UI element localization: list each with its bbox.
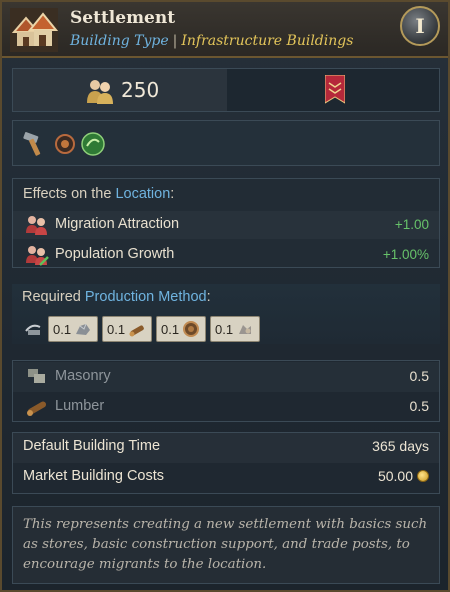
population-growth-icon xyxy=(26,246,49,266)
green-orb-icon[interactable] xyxy=(81,132,105,156)
tools-icon xyxy=(183,321,200,337)
cost-value: 365 days xyxy=(372,438,429,454)
effects-heading: Effects on the Location: xyxy=(23,186,175,202)
estate-banner-icon[interactable] xyxy=(325,75,345,107)
resource-value: 0.5 xyxy=(409,398,429,414)
input-chip-goods[interactable]: 0.1 xyxy=(210,316,260,342)
lumber-icon xyxy=(27,401,47,416)
building-description: This represents creating a new settlemen… xyxy=(23,517,428,572)
population-value: 250 xyxy=(121,78,160,102)
resource-label: Lumber xyxy=(55,398,105,414)
input-chip-stone[interactable]: 0.1 xyxy=(48,316,98,342)
building-type-value[interactable]: Infrastructure Buildings xyxy=(181,33,353,49)
building-type-label[interactable]: Building Type xyxy=(70,33,169,49)
input-method-icon xyxy=(25,324,41,335)
cost-label: Default Building Time xyxy=(23,438,161,454)
cost-row: Default Building Time 365 days xyxy=(13,433,439,463)
effect-row: Population Growth +1.00% xyxy=(13,241,439,269)
production-heading: Required Production Method: xyxy=(22,289,211,305)
population-icon xyxy=(87,80,113,104)
effect-value: +1.00% xyxy=(382,247,429,262)
age-badge: I xyxy=(400,6,440,46)
goods-icon xyxy=(239,325,252,334)
building-type-line: Building Type | Infrastructure Buildings xyxy=(70,33,353,49)
input-chip-tools[interactable]: 0.1 xyxy=(156,316,206,342)
input-chip-lumber[interactable]: 0.1 xyxy=(102,316,152,342)
effect-label: Population Growth xyxy=(55,246,175,262)
tooltip-header: Settlement Building Type | Infrastructure … xyxy=(2,2,448,58)
effects-section: Effects on the Location: Migration Attra… xyxy=(12,178,440,268)
stone-icon xyxy=(76,323,91,335)
costs-section: Default Building Time 365 days Market Bu… xyxy=(12,432,440,494)
settlement-houses-icon xyxy=(10,8,58,52)
production-method-link[interactable]: Production Method xyxy=(85,289,207,305)
effect-row: Migration Attraction +1.00 xyxy=(13,211,439,239)
population-stat: 250 xyxy=(13,69,227,111)
resource-row: Lumber 0.5 xyxy=(13,392,439,422)
shield-ring-icon[interactable] xyxy=(55,134,75,154)
migration-icon xyxy=(26,216,47,235)
estate-stat xyxy=(227,69,439,111)
hammer-icon[interactable] xyxy=(21,131,47,157)
building-tags-row xyxy=(12,120,440,166)
description-box: This represents creating a new settlemen… xyxy=(12,506,440,584)
resources-section: Masonry 0.5 Lumber 0.5 xyxy=(12,360,440,422)
resource-value: 0.5 xyxy=(409,368,429,384)
gold-coin-icon xyxy=(417,470,429,482)
production-method-section: Required Production Method: 0.1 0.1 0.1 … xyxy=(12,284,440,344)
masonry-icon xyxy=(28,369,45,383)
lumber-icon xyxy=(129,325,144,337)
building-title: Settlement xyxy=(70,8,176,28)
population-stat-row: 250 xyxy=(12,68,440,112)
building-tooltip: Settlement Building Type | Infrastructure … xyxy=(0,0,450,592)
effect-label: Migration Attraction xyxy=(55,216,180,232)
resource-row: Masonry 0.5 xyxy=(13,362,439,392)
cost-value: 50.00 xyxy=(378,468,429,484)
cost-label: Market Building Costs xyxy=(23,468,165,484)
location-link[interactable]: Location xyxy=(115,186,170,202)
separator: | xyxy=(172,33,178,49)
effect-value: +1.00 xyxy=(394,217,429,232)
resource-label: Masonry xyxy=(55,368,111,384)
cost-row: Market Building Costs 50.00 xyxy=(13,463,439,493)
